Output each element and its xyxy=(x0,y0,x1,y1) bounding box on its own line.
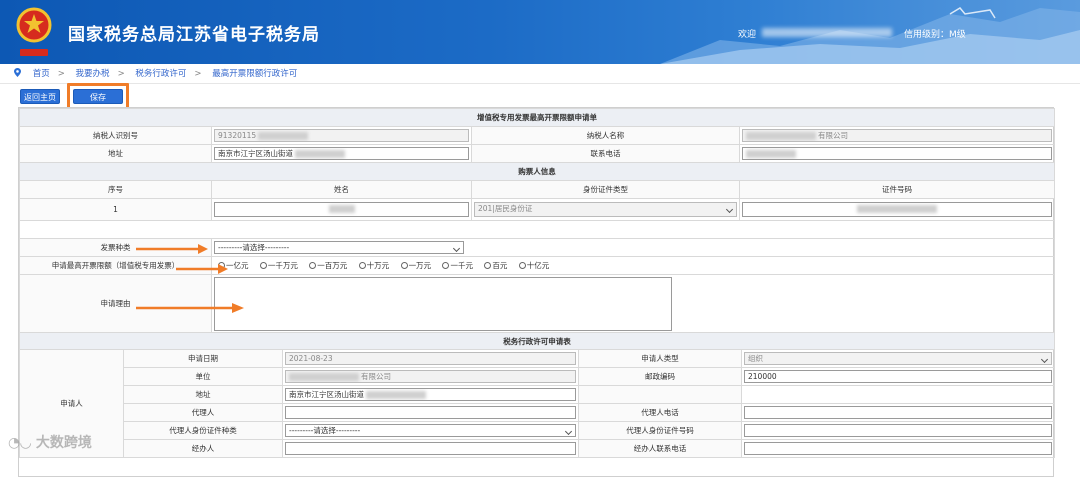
username-redacted xyxy=(762,28,892,37)
phone-label: 联系电话 xyxy=(471,144,740,163)
reason-textarea[interactable] xyxy=(214,276,672,331)
credit-level: 信用级别：M级 xyxy=(904,30,966,40)
applicant-type-label: 申请人类型 xyxy=(578,349,742,368)
arrow-invoice-type xyxy=(136,244,208,254)
row-index: 1 xyxy=(19,198,212,221)
taxpayer-id-field: 91320115 xyxy=(214,129,469,142)
spacer-row xyxy=(19,220,1055,239)
tax-emblem-icon xyxy=(16,7,52,56)
unit-label: 单位 xyxy=(123,367,283,386)
watermark-logo-icon: ◔◡ xyxy=(8,435,36,451)
handler-field[interactable] xyxy=(285,442,576,455)
limit-option-4[interactable]: 十万元 xyxy=(358,260,389,271)
limit-option-8[interactable]: 十亿元 xyxy=(518,260,549,271)
apply-date-field: 2021-08-23 xyxy=(285,352,576,365)
apply-date-label: 申请日期 xyxy=(123,349,283,368)
address-field[interactable]: 南京市江宁区汤山街道 xyxy=(214,147,469,160)
invoice-type-select[interactable]: ---------请选择--------- xyxy=(214,241,464,254)
phone-field[interactable] xyxy=(742,147,1052,160)
agent-phone-label: 代理人电话 xyxy=(578,403,742,422)
welcome-text: 欢迎 xyxy=(738,30,757,40)
address-label: 地址 xyxy=(19,144,212,163)
col-index: 序号 xyxy=(19,180,212,199)
breadcrumb-permit[interactable]: 税务行政许可 xyxy=(135,69,186,79)
agent-id-number-label: 代理人身份证件号码 xyxy=(578,421,742,440)
limit-option-5[interactable]: 一万元 xyxy=(400,260,431,271)
agent-id-number-field[interactable] xyxy=(744,424,1052,437)
applicant-type-select[interactable]: 组织 xyxy=(744,352,1052,365)
top-banner: 国家税务总局江苏省电子税务局 欢迎 信用级别：M级 xyxy=(0,0,1080,64)
form-title: 增值税专用发票最高开票限额申请单 xyxy=(19,108,1055,127)
buyer-name-field[interactable] xyxy=(214,202,469,217)
permit-section-title: 税务行政许可申请表 xyxy=(19,332,1055,350)
agent-id-type-label: 代理人身份证件种类 xyxy=(123,421,283,440)
postcode-label: 邮政编码 xyxy=(578,367,742,386)
taxpayer-id-label: 纳税人识别号 xyxy=(19,126,212,145)
application-form: 增值税专用发票最高开票限额申请单 纳税人识别号 91320115 纳税人名称 有… xyxy=(18,107,1055,477)
arrow-limit xyxy=(176,264,228,274)
buyer-section-title: 购票人信息 xyxy=(19,162,1055,181)
permit-address-field[interactable]: 南京市江宁区汤山街道 xyxy=(285,388,576,401)
permit-address-label: 地址 xyxy=(123,385,283,404)
location-pin-icon xyxy=(14,68,21,77)
save-button[interactable]: 保存 xyxy=(73,89,123,104)
col-name: 姓名 xyxy=(211,180,472,199)
limit-option-2[interactable]: 一千万元 xyxy=(259,260,298,271)
limit-radio-group: 一亿元 一千万元 一百万元 十万元 一万元 一千元 百元 十亿元 xyxy=(211,256,1055,275)
agent-field[interactable] xyxy=(285,406,576,419)
limit-option-7[interactable]: 百元 xyxy=(484,260,507,271)
taxpayer-name-field: 有限公司 xyxy=(742,129,1052,142)
taxpayer-name-label: 纳税人名称 xyxy=(471,126,740,145)
breadcrumb-home[interactable]: 首页 xyxy=(33,69,50,79)
postcode-field[interactable]: 210000 xyxy=(744,370,1052,383)
handler-phone-field[interactable] xyxy=(744,442,1052,455)
limit-option-3[interactable]: 一百万元 xyxy=(309,260,347,271)
breadcrumb-current: 最高开票限额行政许可 xyxy=(212,69,298,79)
col-id-type: 身份证件类型 xyxy=(471,180,740,199)
id-number-field[interactable] xyxy=(742,202,1052,217)
site-title: 国家税务总局江苏省电子税务局 xyxy=(68,25,320,45)
return-home-button[interactable]: 返回主页 xyxy=(20,89,60,104)
breadcrumb-tax[interactable]: 我要办税 xyxy=(76,69,110,79)
breadcrumb: 首页 > 我要办税 > 税务行政许可 > 最高开票限额行政许可 xyxy=(0,64,1080,84)
id-type-select[interactable]: 201|居民身份证 xyxy=(474,202,737,217)
unit-field: 有限公司 xyxy=(285,370,576,383)
col-id-number: 证件号码 xyxy=(739,180,1055,199)
agent-label: 代理人 xyxy=(123,403,283,422)
agent-id-type-select[interactable]: ---------请选择--------- xyxy=(285,424,576,437)
limit-option-6[interactable]: 一千元 xyxy=(442,260,473,271)
handler-phone-label: 经办人联系电话 xyxy=(578,439,742,458)
agent-phone-field[interactable] xyxy=(744,406,1052,419)
handler-label: 经办人 xyxy=(123,439,283,458)
watermark: ◔◡ 大数跨境 xyxy=(8,435,92,451)
arrow-reason xyxy=(136,303,244,313)
